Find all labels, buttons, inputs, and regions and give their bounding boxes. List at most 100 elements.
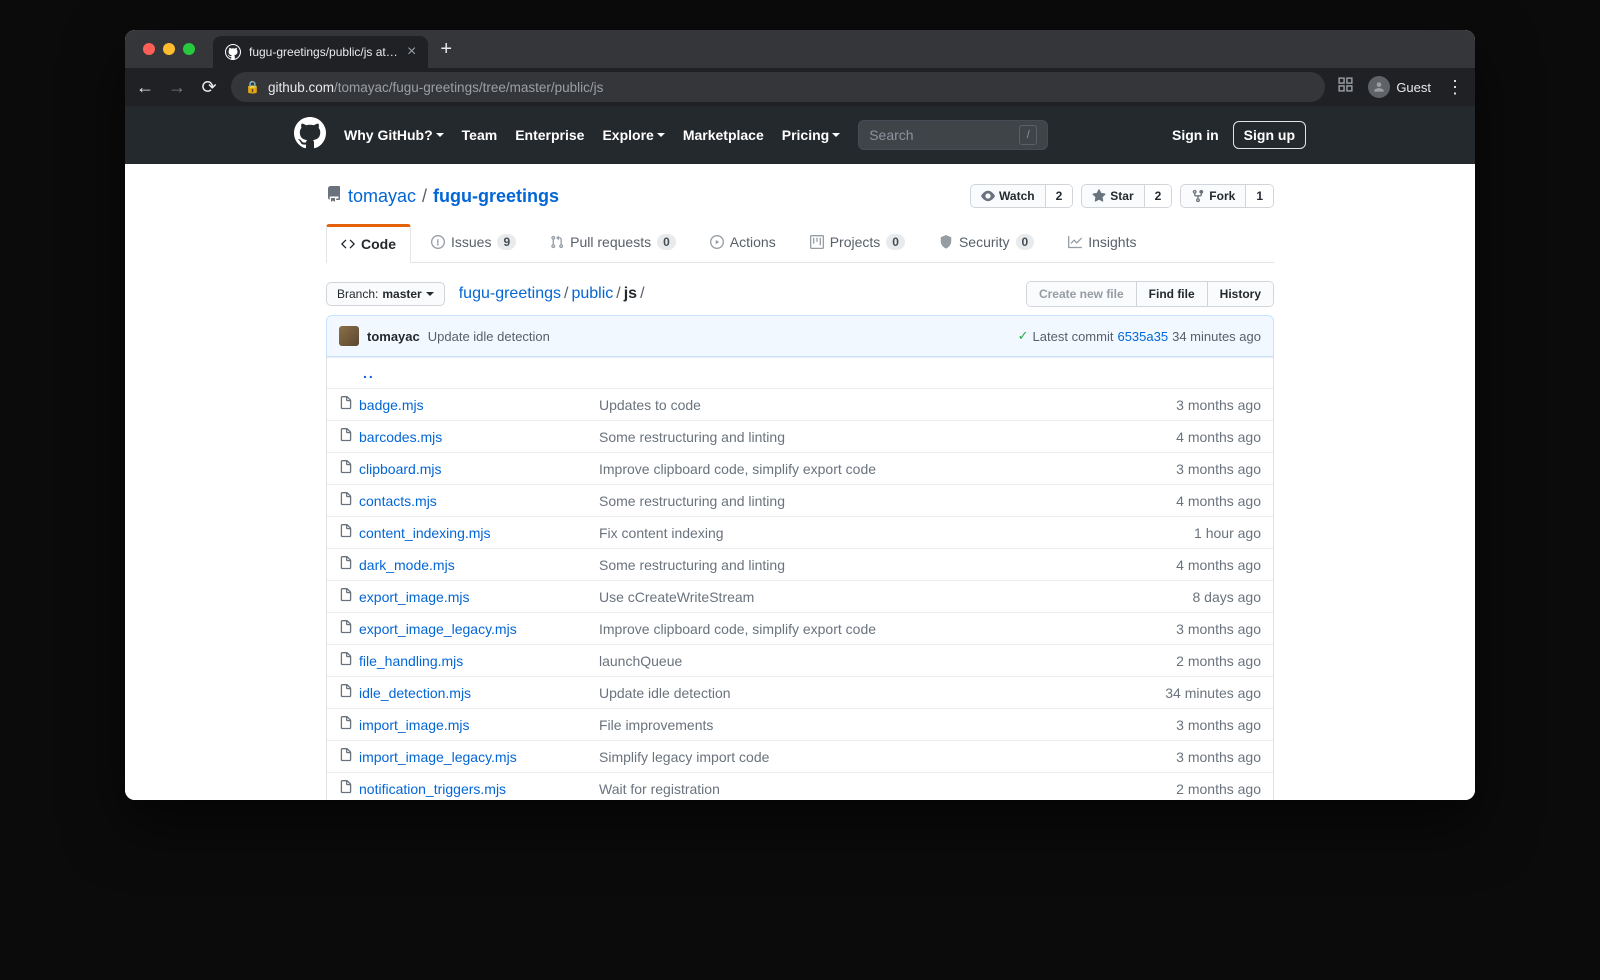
file-link[interactable]: barcodes.mjs <box>359 429 442 445</box>
file-link[interactable]: contacts.mjs <box>359 493 437 509</box>
crumb-root[interactable]: fugu-greetings <box>459 285 561 302</box>
file-commit-msg[interactable]: Some restructuring and linting <box>599 493 1176 509</box>
file-commit-msg[interactable]: Some restructuring and linting <box>599 429 1176 445</box>
file-link[interactable]: import_image.mjs <box>359 717 469 733</box>
lock-icon: 🔒 <box>245 80 260 94</box>
file-link[interactable]: content_indexing.mjs <box>359 525 491 541</box>
signin-link[interactable]: Sign in <box>1172 127 1219 143</box>
commit-time: 34 minutes ago <box>1172 329 1261 344</box>
history-button[interactable]: History <box>1208 282 1273 306</box>
file-commit-msg[interactable]: Some restructuring and linting <box>599 557 1176 573</box>
reload-button[interactable]: ⟳ <box>199 77 219 98</box>
nav-team[interactable]: Team <box>462 127 498 143</box>
nav-marketplace[interactable]: Marketplace <box>683 127 764 143</box>
file-row: content_indexing.mjs Fix content indexing… <box>327 516 1273 548</box>
file-link[interactable]: dark_mode.mjs <box>359 557 455 573</box>
tab-issues[interactable]: Issues9 <box>417 224 530 262</box>
file-row: export_image.mjs Use cCreateWriteStream8 … <box>327 580 1273 612</box>
github-favicon-icon <box>225 44 241 60</box>
file-commit-msg[interactable]: launchQueue <box>599 653 1176 669</box>
back-button[interactable]: ← <box>135 77 155 98</box>
guest-avatar-icon <box>1368 76 1390 98</box>
file-commit-msg[interactable]: Improve clipboard code, simplify export … <box>599 461 1176 477</box>
file-commit-msg[interactable]: Fix content indexing <box>599 525 1194 541</box>
signup-button[interactable]: Sign up <box>1233 121 1306 149</box>
file-commit-msg[interactable]: Update idle detection <box>599 685 1165 701</box>
search-field[interactable]: / <box>858 120 1048 150</box>
fork-icon <box>1191 189 1205 203</box>
file-icon <box>339 492 359 509</box>
repo-name-link[interactable]: fugu-greetings <box>433 186 559 207</box>
tab-insights[interactable]: Insights <box>1054 224 1150 262</box>
tab-code[interactable]: Code <box>326 224 411 263</box>
file-time: 4 months ago <box>1176 493 1261 509</box>
file-link[interactable]: import_image_legacy.mjs <box>359 749 517 765</box>
file-time: 1 hour ago <box>1194 525 1261 541</box>
latest-commit-label: Latest commit <box>1033 329 1114 344</box>
slash-key-icon: / <box>1019 125 1037 145</box>
file-commit-msg[interactable]: Wait for registration <box>599 781 1176 797</box>
file-time: 4 months ago <box>1176 429 1261 445</box>
file-row: contacts.mjs Some restructuring and linti… <box>327 484 1273 516</box>
nav-pricing[interactable]: Pricing <box>782 127 840 143</box>
file-time: 2 months ago <box>1176 781 1261 797</box>
tab-pulls[interactable]: Pull requests0 <box>536 224 690 262</box>
file-icon <box>339 524 359 541</box>
file-row: import_image.mjsFile improvements3 month… <box>327 708 1273 740</box>
branch-selector[interactable]: Branch:master <box>326 282 445 306</box>
profile-button[interactable]: Guest <box>1368 76 1431 98</box>
commit-author[interactable]: tomayac <box>367 329 420 344</box>
url-bar[interactable]: 🔒 github.com/tomayac/fugu-greetings/tree… <box>231 72 1325 102</box>
shield-icon <box>939 235 953 249</box>
crumb-public[interactable]: public <box>571 285 613 302</box>
file-icon <box>339 460 359 477</box>
file-time: 34 minutes ago <box>1165 685 1261 701</box>
file-link[interactable]: clipboard.mjs <box>359 461 441 477</box>
close-tab-icon[interactable]: × <box>407 43 416 61</box>
author-avatar[interactable] <box>339 326 359 346</box>
nav-explore[interactable]: Explore <box>602 127 664 143</box>
file-icon <box>339 556 359 573</box>
tab-actions[interactable]: Actions <box>696 224 790 262</box>
fork-button[interactable]: Fork1 <box>1180 184 1274 208</box>
window-minimize-icon[interactable] <box>163 43 175 55</box>
file-link[interactable]: file_handling.mjs <box>359 653 463 669</box>
file-link[interactable]: export_image.mjs <box>359 589 470 605</box>
file-commit-msg[interactable]: Use cCreateWriteStream <box>599 589 1193 605</box>
browser-tab[interactable]: fugu-greetings/public/js at ma… × <box>213 36 428 68</box>
window-close-icon[interactable] <box>143 43 155 55</box>
repo-owner-link[interactable]: tomayac <box>348 186 416 207</box>
file-commit-msg[interactable]: Improve clipboard code, simplify export … <box>599 621 1176 637</box>
repo-path: tomayac/fugu-greetings <box>326 186 559 207</box>
create-file-button[interactable]: Create new file <box>1027 282 1137 306</box>
file-row: clipboard.mjs Improve clipboard code, sim… <box>327 452 1273 484</box>
search-input[interactable] <box>869 127 999 143</box>
file-time: 8 days ago <box>1193 589 1262 605</box>
tab-security[interactable]: Security0 <box>925 224 1048 262</box>
file-link[interactable]: export_image_legacy.mjs <box>359 621 517 637</box>
github-logo-icon[interactable] <box>294 117 326 154</box>
file-commit-msg[interactable]: Updates to code <box>599 397 1176 413</box>
extensions-icon[interactable] <box>1337 76 1354 98</box>
forward-button[interactable]: → <box>167 77 187 98</box>
tab-projects[interactable]: Projects0 <box>796 224 919 262</box>
window-maximize-icon[interactable] <box>183 43 195 55</box>
watch-button[interactable]: Watch2 <box>970 184 1073 208</box>
file-link[interactable]: idle_detection.mjs <box>359 685 471 701</box>
file-row: notification_triggers.mjs Wait for regist… <box>327 772 1273 800</box>
commit-sha[interactable]: 6535a35 <box>1117 329 1168 344</box>
find-file-button[interactable]: Find file <box>1137 282 1208 306</box>
file-link[interactable]: notification_triggers.mjs <box>359 781 506 797</box>
nav-why-github[interactable]: Why GitHub? <box>344 127 444 143</box>
file-link[interactable]: badge.mjs <box>359 397 424 413</box>
file-commit-msg[interactable]: Simplify legacy import code <box>599 749 1176 765</box>
star-button[interactable]: Star2 <box>1081 184 1172 208</box>
check-icon[interactable]: ✓ <box>1018 328 1029 344</box>
new-tab-button[interactable]: + <box>440 38 452 61</box>
menu-icon[interactable]: ⋮ <box>1445 77 1465 98</box>
graph-icon <box>1068 235 1082 249</box>
commit-message[interactable]: Update idle detection <box>428 329 550 344</box>
file-commit-msg[interactable]: File improvements <box>599 717 1176 733</box>
nav-enterprise[interactable]: Enterprise <box>515 127 584 143</box>
parent-dir-row[interactable]: .. <box>327 357 1273 388</box>
